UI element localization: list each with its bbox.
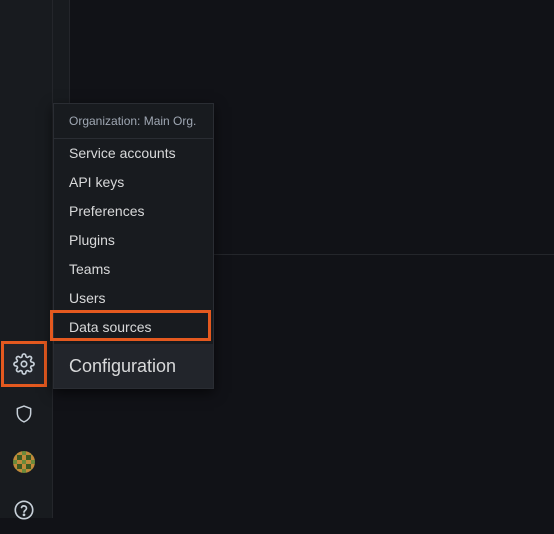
menu-title-configuration[interactable]: Configuration bbox=[54, 344, 213, 388]
menu-item-plugins[interactable]: Plugins bbox=[54, 226, 213, 255]
menu-item-preferences[interactable]: Preferences bbox=[54, 197, 213, 226]
configuration-menu: Organization: Main Org. Service accounts… bbox=[50, 103, 214, 389]
sidebar bbox=[0, 0, 53, 520]
menu-header-organization: Organization: Main Org. bbox=[54, 104, 213, 139]
gear-icon bbox=[13, 353, 35, 375]
menu-item-users[interactable]: Users bbox=[54, 284, 213, 313]
server-admin-button[interactable] bbox=[0, 390, 48, 438]
avatar bbox=[13, 451, 35, 473]
profile-button[interactable] bbox=[0, 438, 48, 486]
shield-icon bbox=[16, 405, 32, 423]
help-button[interactable] bbox=[0, 486, 48, 534]
menu-item-teams[interactable]: Teams bbox=[54, 255, 213, 284]
menu-item-data-sources[interactable]: Data sources bbox=[50, 310, 213, 342]
configuration-button[interactable] bbox=[1, 341, 47, 387]
menu-item-api-keys[interactable]: API keys bbox=[54, 168, 213, 197]
menu-item-service-accounts[interactable]: Service accounts bbox=[54, 139, 213, 168]
